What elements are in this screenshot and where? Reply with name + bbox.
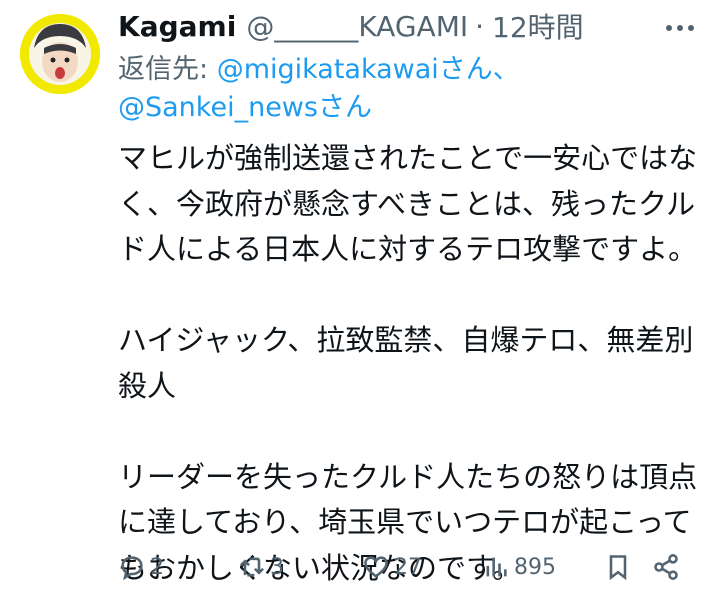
views-count: 895 <box>514 554 556 580</box>
timestamp[interactable]: 12時間 <box>492 6 584 46</box>
tweet[interactable]: Kagami @______KAGAMI · 12時間 返信先: @migika… <box>118 6 708 591</box>
avatar-image <box>20 14 100 94</box>
retweet-icon <box>240 557 264 577</box>
views-icon <box>486 557 507 577</box>
like-button[interactable]: 27 <box>362 548 422 586</box>
tweet-text: マヒルが強制送還されたことで一安心ではなく、今政府が懸念すべきことは、残ったクル… <box>118 141 698 585</box>
tweet-header: Kagami @______KAGAMI · 12時間 <box>118 6 708 46</box>
more-button[interactable] <box>660 8 700 48</box>
views-button[interactable]: 895 <box>482 548 556 586</box>
share-icon <box>654 554 678 580</box>
like-count: 27 <box>394 554 422 580</box>
reply-mention-1[interactable]: @migikatakawaiさん、 <box>217 54 520 85</box>
avatar[interactable] <box>20 14 100 94</box>
reply-prefix: 返信先: <box>118 54 217 85</box>
share-button[interactable] <box>652 548 680 586</box>
retweet-count: 3 <box>270 554 284 580</box>
more-icon <box>666 25 694 31</box>
author-handle[interactable]: @______KAGAMI <box>246 10 468 43</box>
reply-mention-2[interactable]: @Sankei_newsさん <box>118 92 372 123</box>
action-bar: 2 3 27 895 <box>118 548 718 586</box>
author-name[interactable]: Kagami <box>118 10 236 43</box>
separator: · <box>475 9 485 43</box>
bookmark-icon <box>609 555 627 581</box>
like-icon <box>364 556 388 578</box>
reply-count: 2 <box>150 554 164 580</box>
reply-button[interactable]: 2 <box>118 548 164 586</box>
bookmark-button[interactable] <box>604 548 632 586</box>
retweet-button[interactable]: 3 <box>238 548 284 586</box>
reply-context: 返信先: @migikatakawaiさん、 @Sankei_newsさん <box>118 51 708 127</box>
reply-icon <box>121 556 143 581</box>
